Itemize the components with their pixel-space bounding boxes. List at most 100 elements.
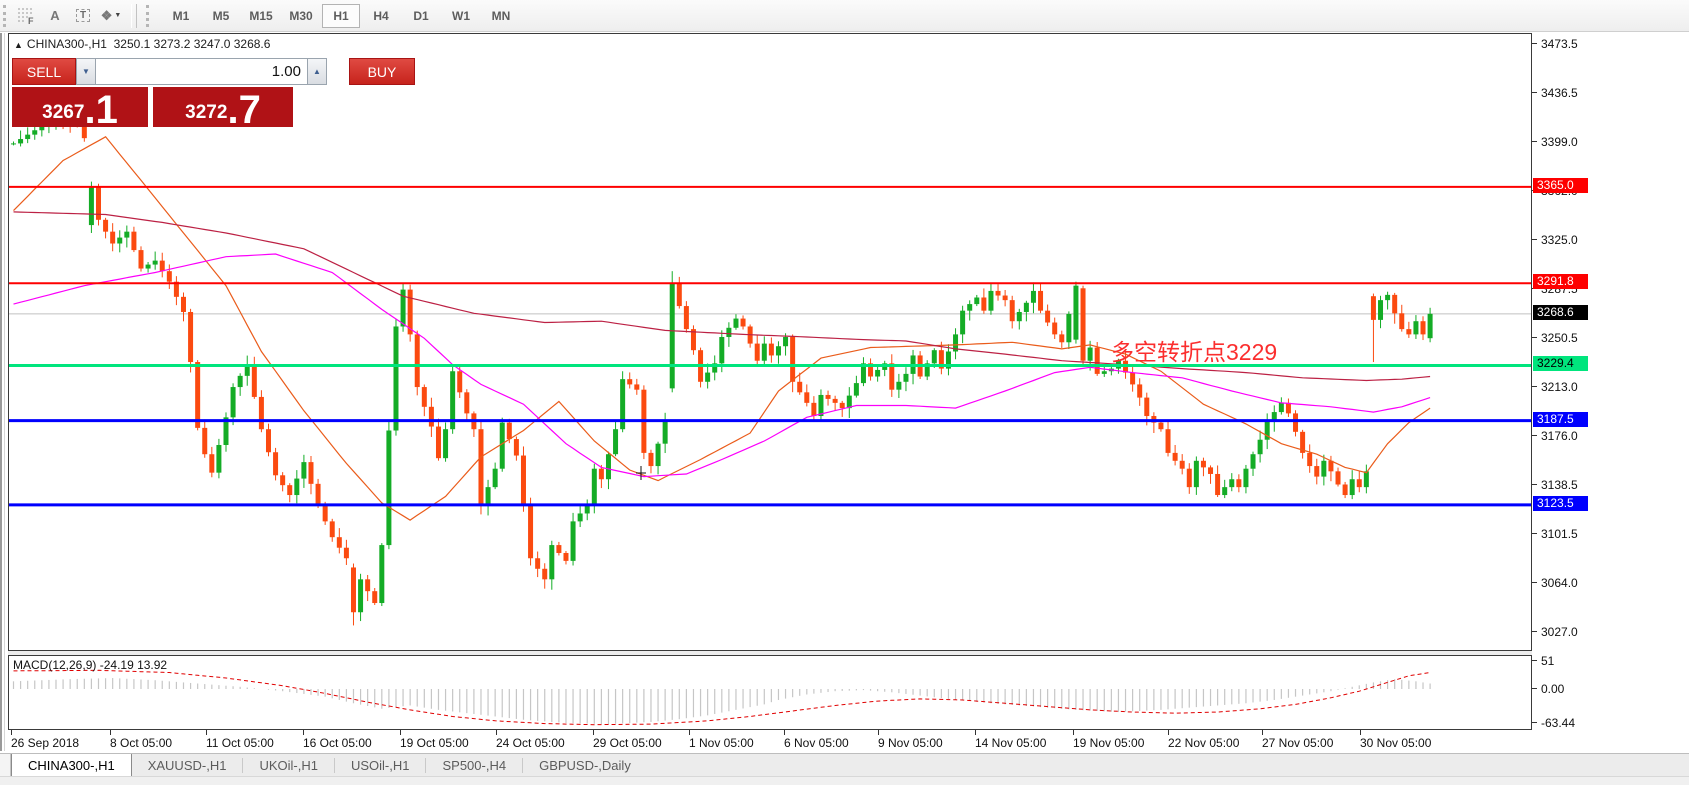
- macd-values: -24.19 13.92: [99, 658, 168, 672]
- timeframe-button-w1[interactable]: W1: [442, 4, 480, 28]
- price-tick: [1532, 630, 1537, 632]
- price-tick-label: 3101.5: [1541, 526, 1578, 541]
- time-tick: [1073, 730, 1074, 735]
- tab-scroll-button[interactable]: [0, 754, 11, 777]
- macd-tick: [1532, 688, 1537, 689]
- buy-button[interactable]: BUY: [349, 58, 415, 85]
- chart-ohlc-values: 3250.1 3273.2 3247.0 3268.6: [113, 37, 271, 51]
- chart-tab-ukoilh1[interactable]: UKOil-,H1: [243, 754, 334, 777]
- shapes-glyph: ❖: [100, 7, 113, 23]
- chart-tab-usoilh1[interactable]: USOil-,H1: [335, 754, 426, 777]
- timeframe-button-m5[interactable]: M5: [202, 4, 240, 28]
- time-tick: [878, 730, 879, 735]
- current-price-badge: 3268.6: [1533, 304, 1588, 320]
- top-toolbar: F A T ❖ ▼ M1 M5 M15 M30 H1 H4 D1 W1 MN: [0, 0, 1689, 32]
- price-tick: [1532, 141, 1537, 143]
- macd-chart: [12, 669, 1431, 726]
- macd-tick: [1532, 660, 1537, 661]
- timeframe-button-mn[interactable]: MN: [482, 4, 520, 28]
- price-tick-label: 3399.0: [1541, 135, 1578, 150]
- timeframe-button-d1[interactable]: D1: [402, 4, 440, 28]
- time-tick: [1262, 730, 1263, 735]
- time-tick-label: 9 Nov 05:00: [878, 736, 943, 750]
- timeframe-button-m1[interactable]: M1: [162, 4, 200, 28]
- chart-tab-xauusdh1[interactable]: XAUUSD-,H1: [132, 754, 243, 777]
- cross-marker: [636, 466, 646, 480]
- chart-tab-bar: CHINA300-,H1 XAUUSD-,H1 UKOil-,H1 USOil-,H1…: [0, 753, 1689, 777]
- macd-indicator-plot[interactable]: MACD(12,26,9) -24.19 13.92: [8, 655, 1532, 730]
- time-tick-label: 16 Oct 05:00: [303, 736, 372, 750]
- ask-price-box[interactable]: 3272.7: [153, 87, 293, 127]
- price-tick: [1532, 532, 1537, 534]
- price-tick: [1532, 189, 1537, 191]
- macd-tick-label: 0.00: [1541, 682, 1565, 696]
- time-tick-label: 26 Sep 2018: [11, 736, 80, 750]
- status-bar: [0, 776, 1689, 785]
- timeframe-button-h4[interactable]: H4: [362, 4, 400, 28]
- chart-tab-gbpusddaily[interactable]: GBPUSD-,Daily: [523, 754, 647, 777]
- time-tick: [689, 730, 690, 735]
- chart-symbol: CHINA300-,H1: [26, 37, 107, 51]
- timeframe-grip[interactable]: [146, 4, 156, 27]
- time-tick-label: 27 Nov 05:00: [1262, 736, 1334, 750]
- ask-price-main: 3272: [185, 102, 228, 123]
- time-tick: [303, 730, 304, 735]
- timeframe-button-m30[interactable]: M30: [282, 4, 320, 28]
- text-label-icon[interactable]: T: [71, 4, 95, 28]
- chart-title: ▲ CHINA300-,H1 3250.1 3273.2 3247.0 3268.…: [14, 37, 270, 51]
- volume-input[interactable]: [96, 58, 307, 85]
- level-price-badge: 3123.5: [1533, 495, 1588, 511]
- price-tick-label: 3436.5: [1541, 85, 1578, 100]
- tick-grid-icon[interactable]: F: [15, 4, 39, 28]
- price-tick-label: 3138.5: [1541, 478, 1578, 493]
- macd-tick-label: -63.44: [1541, 716, 1576, 730]
- triangle-icon: ▲: [14, 40, 23, 50]
- time-tick: [784, 730, 785, 735]
- timeframe-button-h1[interactable]: H1: [322, 3, 360, 28]
- price-tick-label: 3362.0: [1541, 183, 1578, 198]
- macd-histogram: [12, 678, 1431, 725]
- time-tick: [11, 730, 12, 735]
- time-tick: [496, 730, 497, 735]
- time-tick-label: 19 Nov 05:00: [1073, 736, 1145, 750]
- level-price-badge: 3187.5: [1533, 411, 1588, 427]
- shapes-icon[interactable]: ❖ ▼: [99, 4, 123, 28]
- price-tick-label: 3064.0: [1541, 576, 1578, 591]
- bid-price-frac: .1: [84, 88, 118, 127]
- price-tick: [1532, 336, 1537, 338]
- svg-text:F: F: [28, 16, 34, 25]
- price-tick: [1532, 238, 1537, 240]
- insert-text-icon[interactable]: A: [43, 4, 67, 28]
- price-tick-label: 3213.0: [1541, 380, 1578, 395]
- price-tick-label: 3176.0: [1541, 428, 1578, 443]
- ma-fast-orange: [13, 136, 1431, 521]
- volume-increase-button[interactable]: ▲: [307, 58, 327, 85]
- sell-button[interactable]: SELL: [12, 58, 76, 85]
- time-tick: [975, 730, 976, 735]
- price-tick-label: 3027.0: [1541, 624, 1578, 639]
- chart-tab-china300h1[interactable]: CHINA300-,H1: [11, 754, 132, 777]
- macd-tick-label: 51: [1541, 654, 1555, 668]
- level-price-badge: 3365.0: [1533, 177, 1588, 193]
- time-tick: [110, 730, 111, 735]
- time-tick-label: 8 Oct 05:00: [110, 736, 173, 750]
- price-tick: [1532, 91, 1537, 93]
- time-tick-label: 29 Oct 05:00: [593, 736, 662, 750]
- price-tick-label: 3287.5: [1541, 281, 1578, 296]
- ask-price-frac: .7: [227, 88, 261, 127]
- chart-tab-sp500h4[interactable]: SP500-,H4: [426, 754, 522, 777]
- price-tick: [1532, 43, 1537, 44]
- time-tick-label: 30 Nov 05:00: [1360, 736, 1432, 750]
- tick-grid-glyph: F: [18, 7, 34, 25]
- bid-price-box[interactable]: 3267.1: [12, 87, 148, 127]
- text-label-glyph: T: [75, 9, 91, 22]
- one-click-trade-panel: SELL ▼ ▲ BUY 3267.1 3272.7: [12, 58, 415, 127]
- time-tick-label: 1 Nov 05:00: [689, 736, 754, 750]
- toolbar-grip[interactable]: [3, 4, 13, 27]
- volume-decrease-button[interactable]: ▼: [76, 58, 96, 85]
- price-tick: [1532, 434, 1537, 436]
- macd-label: MACD(12,26,9) -24.19 13.92: [13, 658, 168, 672]
- time-tick-label: 6 Nov 05:00: [784, 736, 849, 750]
- chevron-down-icon: ▼: [114, 12, 122, 19]
- timeframe-button-m15[interactable]: M15: [242, 4, 280, 28]
